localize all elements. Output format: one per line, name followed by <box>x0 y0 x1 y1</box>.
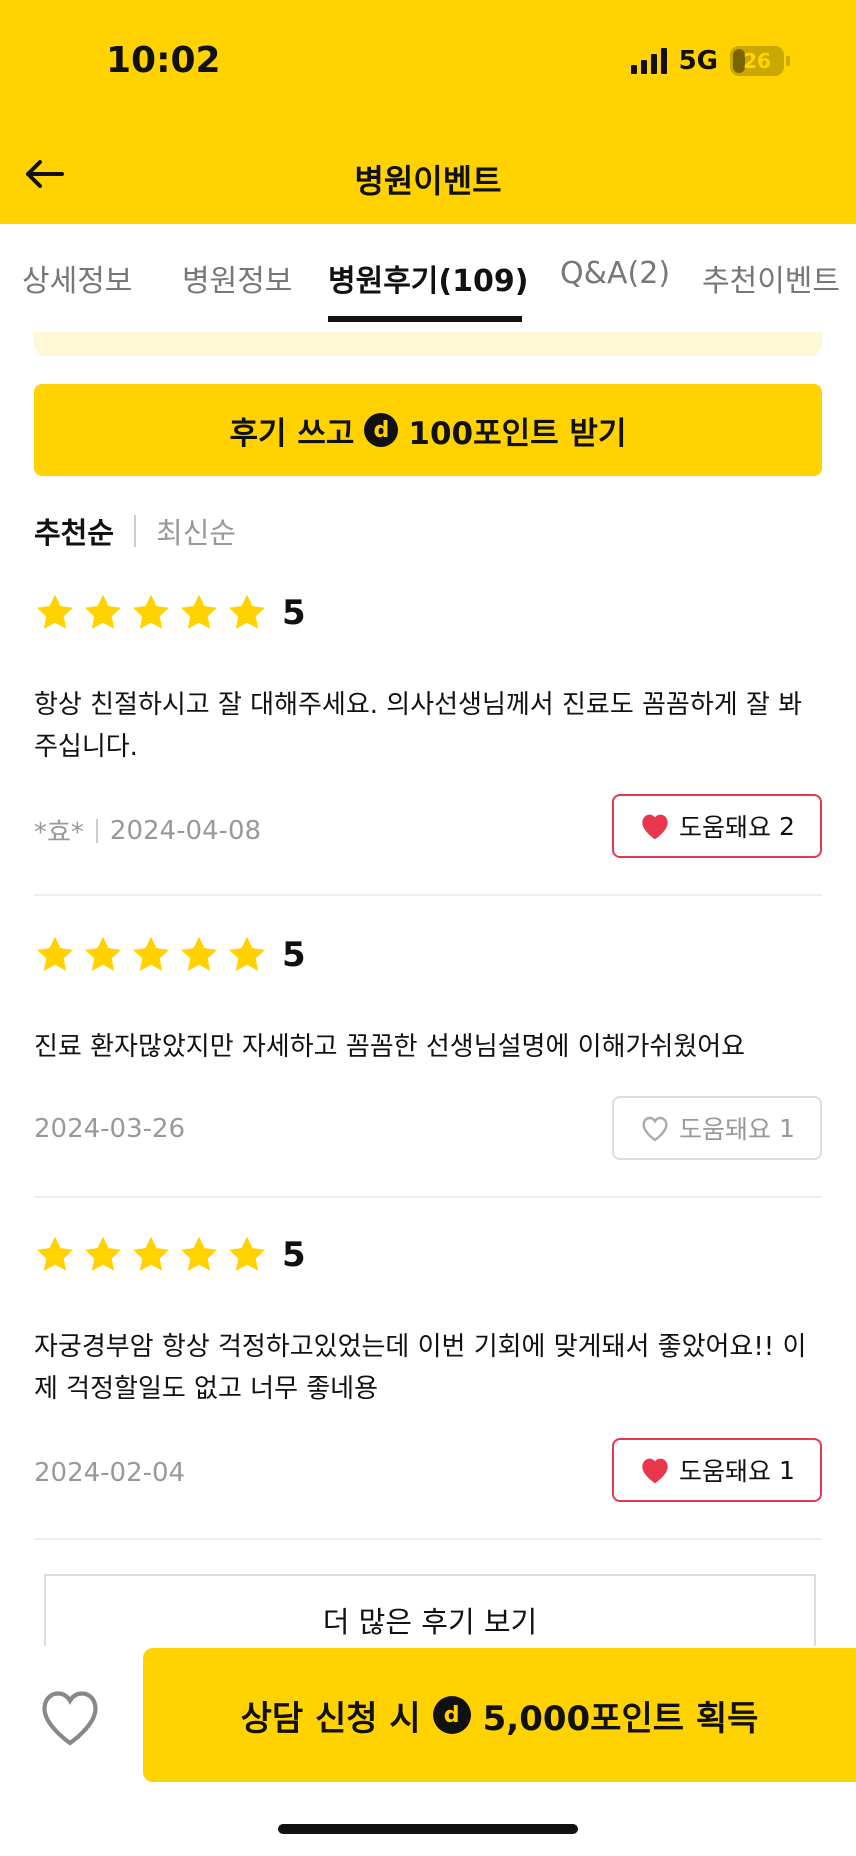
review-meta: 2024-03-26 <box>34 1114 185 1144</box>
review-date: 2024-02-04 <box>34 1458 186 1488</box>
network-label: 5G <box>678 46 718 76</box>
favorite-button[interactable] <box>30 1676 110 1756</box>
banner-strip <box>34 332 822 356</box>
helpful-count: 2 <box>779 811 795 841</box>
tab-hospital-reviews[interactable]: 병원후기(109) <box>328 256 528 300</box>
point-icon: d <box>364 413 399 447</box>
review-meta: 2024-02-04 <box>34 1458 185 1488</box>
helpful-button[interactable]: 도움돼요 1 <box>612 1096 822 1160</box>
heart-filled-icon <box>642 814 668 840</box>
star-rating: 5 <box>34 1234 306 1276</box>
star-icon <box>84 936 122 971</box>
star-rating: 5 <box>34 934 306 976</box>
cta-label-prefix: 상담 신청 시 <box>240 1698 421 1739</box>
status-time: 10:02 <box>106 40 221 81</box>
star-icon <box>36 1236 74 1271</box>
heart-outline-icon <box>42 1691 98 1746</box>
write-review-label-suffix: 100포인트 받기 <box>408 415 627 452</box>
write-review-button[interactable]: 후기 쓰고 d 100포인트 받기 <box>34 384 822 476</box>
signal-icon <box>630 48 667 74</box>
tab-recommended-events[interactable]: 추천이벤트 <box>702 256 840 300</box>
status-indicators: 5G 26 <box>630 46 790 76</box>
helpful-button[interactable]: 도움돼요 2 <box>612 794 822 858</box>
battery-icon: 26 <box>730 46 790 76</box>
rating-score: 5 <box>282 935 306 975</box>
star-icon <box>36 936 74 971</box>
star-icon <box>36 594 74 629</box>
star-icon <box>228 594 266 629</box>
review-divider <box>34 1196 822 1198</box>
star-rating: 5 <box>34 592 306 634</box>
helpful-label: 도움돼요 <box>679 813 772 842</box>
consultation-request-button[interactable]: 상담 신청 시 d 5,000포인트 획득 <box>143 1648 856 1782</box>
review-text: 항상 친절하시고 잘 대해주세요. 의사선생님께서 진료도 꼼꼼하게 잘 봐주십… <box>34 690 803 762</box>
header: 10:02 5G 26 병원이벤트 <box>0 0 856 224</box>
review-meta: *효* 2024-04-08 <box>34 812 261 849</box>
meta-divider <box>95 818 98 843</box>
review-date: 2024-03-26 <box>34 1114 186 1144</box>
review-text: 진료 환자많았지만 자세하고 꼼꼼한 선생님설명에 이해가쉬웠어요 <box>34 1032 746 1062</box>
rating-score: 5 <box>282 1235 306 1275</box>
star-icon <box>228 1236 266 1271</box>
point-symbol: d <box>373 417 390 443</box>
heart-filled-icon <box>642 1458 668 1484</box>
review-item: 5 진료 환자많았지만 자세하고 꼼꼼한 선생님설명에 이해가쉬웠어요 2024… <box>34 934 822 1184</box>
review-date: 2024-04-08 <box>109 815 262 846</box>
point-icon: d <box>432 1696 471 1734</box>
review-item: 5 자궁경부암 항상 걱정하고있었는데 이번 기회에 맞게돼서 좋았어요!! 이… <box>34 1234 822 1534</box>
write-review-label-prefix: 후기 쓰고 <box>229 415 355 452</box>
bottom-action-bar: 상담 신청 시 d 5,000포인트 획득 <box>0 1646 856 1856</box>
star-icon <box>84 594 122 629</box>
helpful-label: 도움돼요 <box>679 1115 772 1144</box>
battery-cap <box>786 56 790 66</box>
star-icon <box>228 936 266 971</box>
rating-score: 5 <box>282 593 306 633</box>
helpful-count: 1 <box>779 1455 795 1485</box>
sort-latest[interactable]: 최신순 <box>156 510 236 552</box>
battery-label: 26 <box>743 49 771 73</box>
tab-hospital-info[interactable]: 병원정보 <box>182 256 292 300</box>
star-icon <box>132 936 170 971</box>
home-indicator <box>278 1824 578 1834</box>
review-text: 자궁경부암 항상 걱정하고있었는데 이번 기회에 맞게돼서 좋았어요!! 이제 … <box>34 1332 807 1404</box>
heart-outline-icon <box>642 1116 668 1142</box>
helpful-count: 1 <box>779 1113 795 1143</box>
review-item: 5 항상 친절하시고 잘 대해주세요. 의사선생님께서 진료도 꼼꼼하게 잘 봐… <box>34 592 822 888</box>
tab-qna[interactable]: Q&A(2) <box>560 256 670 291</box>
star-icon <box>132 1236 170 1271</box>
helpful-label: 도움돼요 <box>679 1457 772 1486</box>
active-tab-indicator <box>328 316 522 322</box>
helpful-button[interactable]: 도움돼요 1 <box>612 1438 822 1502</box>
cta-label-suffix: 5,000포인트 획득 <box>482 1698 759 1739</box>
tab-detail-info[interactable]: 상세정보 <box>22 256 132 300</box>
page-title: 병원이벤트 <box>354 162 502 200</box>
star-icon <box>180 1236 218 1271</box>
review-divider <box>34 1538 822 1540</box>
tab-bar: 상세정보 병원정보 병원후기(109) Q&A(2) 추천이벤트 <box>0 224 856 326</box>
sort-options: 추천순 최신순 <box>34 510 236 552</box>
point-symbol: d <box>443 1702 460 1728</box>
sort-divider <box>134 515 137 547</box>
review-author: *효* <box>34 818 84 848</box>
star-icon <box>180 936 218 971</box>
sort-recommended[interactable]: 추천순 <box>34 510 114 552</box>
star-icon <box>132 594 170 629</box>
star-icon <box>84 1236 122 1271</box>
review-divider <box>34 894 822 896</box>
star-icon <box>180 594 218 629</box>
